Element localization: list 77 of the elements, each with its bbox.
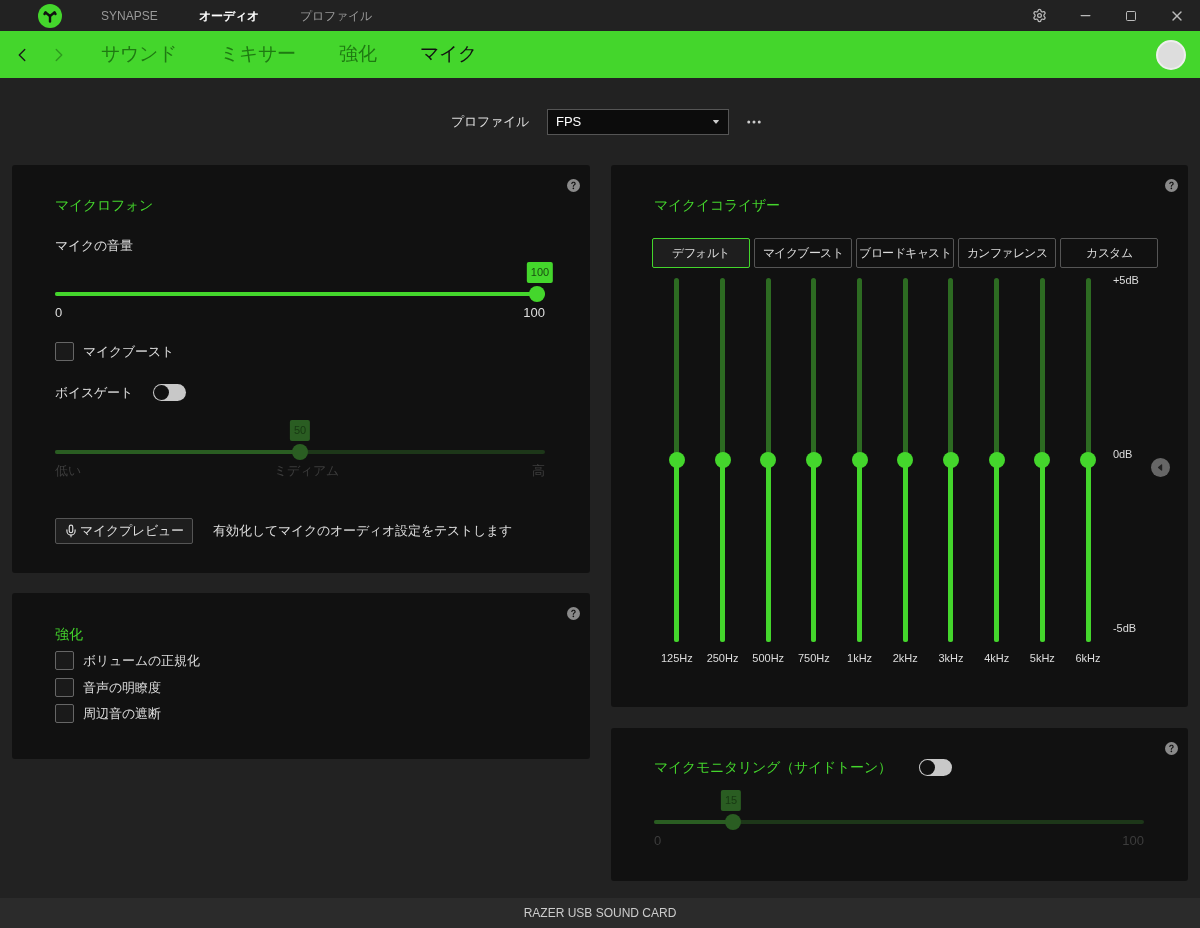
eq-slider[interactable] [760,278,777,642]
axis-label: -5dB [1112,620,1138,636]
collapse-button[interactable] [1150,458,1170,477]
panel-title: マイクロフォン [55,196,154,215]
band-label: 4kHz [984,651,1010,666]
help-icon[interactable] [567,179,580,192]
band-label: 750Hz [798,651,830,666]
slider-thumb[interactable] [668,452,685,468]
axis-label: +5dB [1112,273,1139,288]
preview-button[interactable]: マイクプレビュー [55,517,193,544]
eq-slider[interactable] [714,278,731,642]
slider-thumb[interactable] [1034,452,1051,468]
band-label: 2kHz [892,651,918,666]
help-icon[interactable] [1165,742,1178,755]
checkbox[interactable] [55,651,74,671]
slider-thumb[interactable] [942,452,959,468]
preset-button[interactable]: デフォルト [652,238,750,268]
volume-label: マイクの音量 [55,237,134,255]
checkbox-label: 音声の明瞭度 [83,678,161,697]
band-label: 500Hz [752,651,785,666]
checkbox[interactable] [55,704,74,724]
logo-icon [38,3,62,28]
panel-title: マイクモニタリング（サイドトーン） [654,758,892,777]
voice-gate-label: ボイスゲート [55,383,133,402]
checkbox-label: ボリュームの正規化 [83,652,200,670]
slider-thumb[interactable] [1080,452,1097,468]
band-label: 250Hz [706,651,739,666]
slider-thumb[interactable] [760,452,777,468]
slider-thumb[interactable] [714,452,731,468]
toggle-switch[interactable] [919,759,952,776]
top-tab[interactable]: プロファイル [298,6,373,25]
slider-label: 100 [523,303,545,322]
preset-button[interactable]: カスタム [1060,238,1158,268]
profile-label: プロファイル [451,112,529,131]
preset-button[interactable]: ブロードキャスト [856,238,954,268]
top-tab[interactable]: SYNAPSE [100,6,159,25]
eq-slider[interactable] [942,278,959,642]
checkbox[interactable] [55,342,74,362]
help-icon[interactable] [1165,179,1178,192]
preset-button[interactable]: カンファレンス [958,238,1056,268]
profile-dropdown[interactable]: FPS [547,108,729,135]
slider-thumb[interactable] [988,452,1005,468]
checkbox[interactable] [55,677,74,697]
device-name: RAZER USB SOUND CARD [523,905,677,922]
panel-title: マイクイコライザー [654,196,781,215]
slider-thumb[interactable] [529,285,545,302]
band-label: 3kHz [938,651,964,666]
eq-slider[interactable] [988,278,1005,642]
slider-thumb[interactable] [851,452,868,468]
preview-hint: 有効化してマイクのオーディオ設定をテストします [213,521,512,540]
top-tab[interactable]: オーディオ [197,6,260,25]
value-badge: 100 [526,261,554,283]
slider-thumb[interactable] [897,452,914,468]
eq-slider[interactable] [851,278,868,642]
help-icon[interactable] [567,607,580,620]
band-label: 6kHz [1075,651,1101,666]
eq-slider[interactable] [897,278,914,642]
volume-slider[interactable] [55,285,545,302]
axis-label: 0dB [1112,446,1134,462]
preset-button[interactable]: マイクブースト [754,238,852,268]
band-label: 125Hz [660,651,693,666]
eq-slider[interactable] [1034,278,1051,642]
eq-slider[interactable] [1080,278,1097,642]
caret-icon [1155,463,1165,472]
caret-icon [712,117,720,126]
slider-thumb[interactable] [805,452,822,468]
checkbox-label: 周辺音の遮断 [83,705,161,723]
eq-slider[interactable] [805,278,822,642]
band-label: 1kHz [847,651,873,666]
checkbox-label: マイクブースト [83,343,174,361]
band-label: 5kHz [1029,651,1055,666]
microphone-icon [64,523,78,538]
eq-slider[interactable] [668,278,685,642]
slider-label: 0 [55,303,63,322]
panel-title: 強化 [55,625,84,644]
nav-tab[interactable]: マイク [420,40,477,69]
toggle-switch[interactable] [153,383,186,401]
